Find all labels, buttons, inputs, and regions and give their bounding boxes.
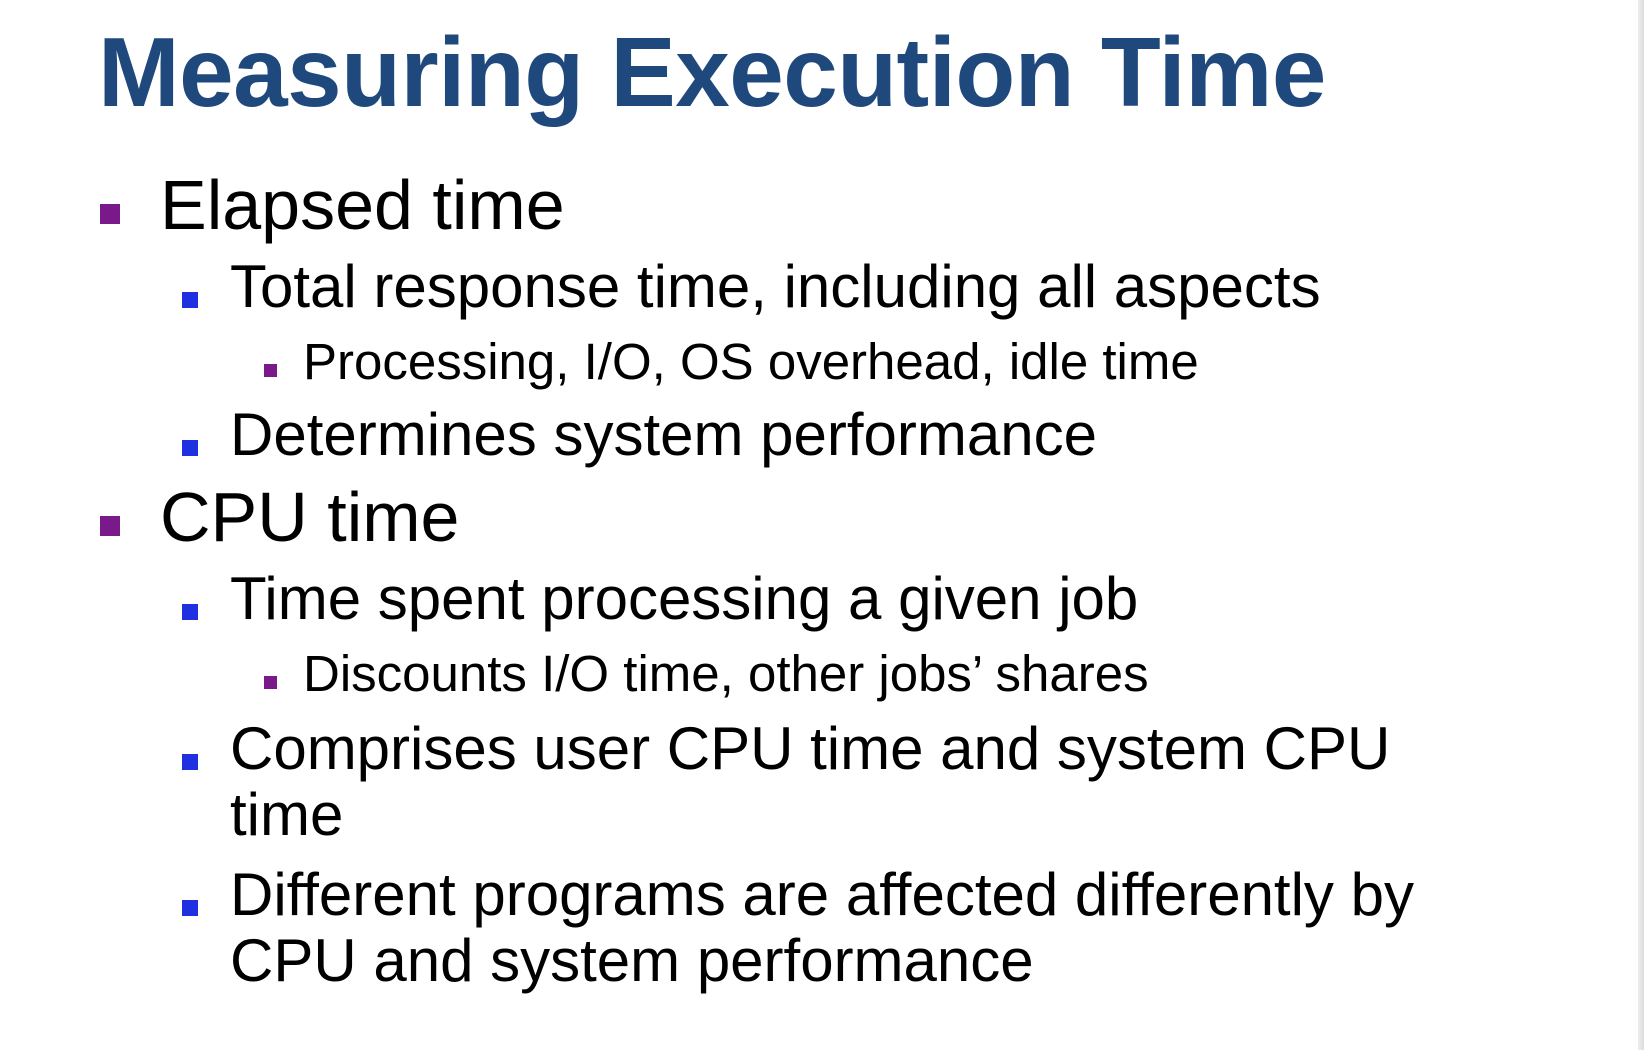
square-bullet-icon	[264, 364, 277, 377]
bullet-text: Elapsed time	[160, 166, 565, 244]
bullet-text: Comprises user CPU time and system CPU t…	[230, 716, 1390, 848]
bullet-text-line: Different programs are affected differen…	[230, 861, 1414, 928]
bullet-text: CPU time	[160, 478, 460, 556]
bullet-text: Discounts I/O time, other jobs’ shares	[303, 645, 1149, 702]
bullet-item-determines-performance: Determines system performance	[182, 402, 1097, 468]
bullet-text: Total response time, including all aspec…	[230, 253, 1321, 320]
bullet-text: Different programs are affected differen…	[230, 862, 1414, 994]
square-bullet-icon	[264, 676, 277, 689]
square-bullet-icon	[182, 604, 198, 620]
bullet-text: Time spent processing a given job	[230, 565, 1139, 632]
bullet-item-different-programs: Different programs are affected differen…	[182, 862, 1414, 994]
bullet-item-cpu-time: CPU time	[100, 478, 459, 556]
bullet-item-elapsed-time: Elapsed time	[100, 166, 565, 244]
bullet-text-continuation: time	[230, 781, 344, 848]
bullet-item-total-response-time: Total response time, including all aspec…	[182, 254, 1321, 320]
bullet-item-processing-io: Processing, I/O, OS overhead, idle time	[264, 334, 1199, 390]
slide: Measuring Execution Time Elapsed time To…	[0, 0, 1644, 1050]
square-bullet-icon	[100, 516, 120, 536]
bullet-item-comprises-user-cpu: Comprises user CPU time and system CPU t…	[182, 716, 1390, 848]
bullet-text-continuation: CPU and system performance	[230, 927, 1034, 994]
bullet-text-line: Comprises user CPU time and system CPU	[230, 715, 1391, 782]
square-bullet-icon	[182, 292, 198, 308]
bullet-item-discounts-io: Discounts I/O time, other jobs’ shares	[264, 646, 1149, 702]
bullet-text: Processing, I/O, OS overhead, idle time	[303, 333, 1199, 390]
square-bullet-icon	[100, 204, 120, 224]
square-bullet-icon	[182, 900, 198, 916]
bullet-text: Determines system performance	[230, 401, 1097, 468]
bullet-list: Elapsed time Total response time, includ…	[0, 0, 1644, 1050]
square-bullet-icon	[182, 754, 198, 770]
bullet-item-time-spent: Time spent processing a given job	[182, 566, 1138, 632]
square-bullet-icon	[182, 440, 198, 456]
